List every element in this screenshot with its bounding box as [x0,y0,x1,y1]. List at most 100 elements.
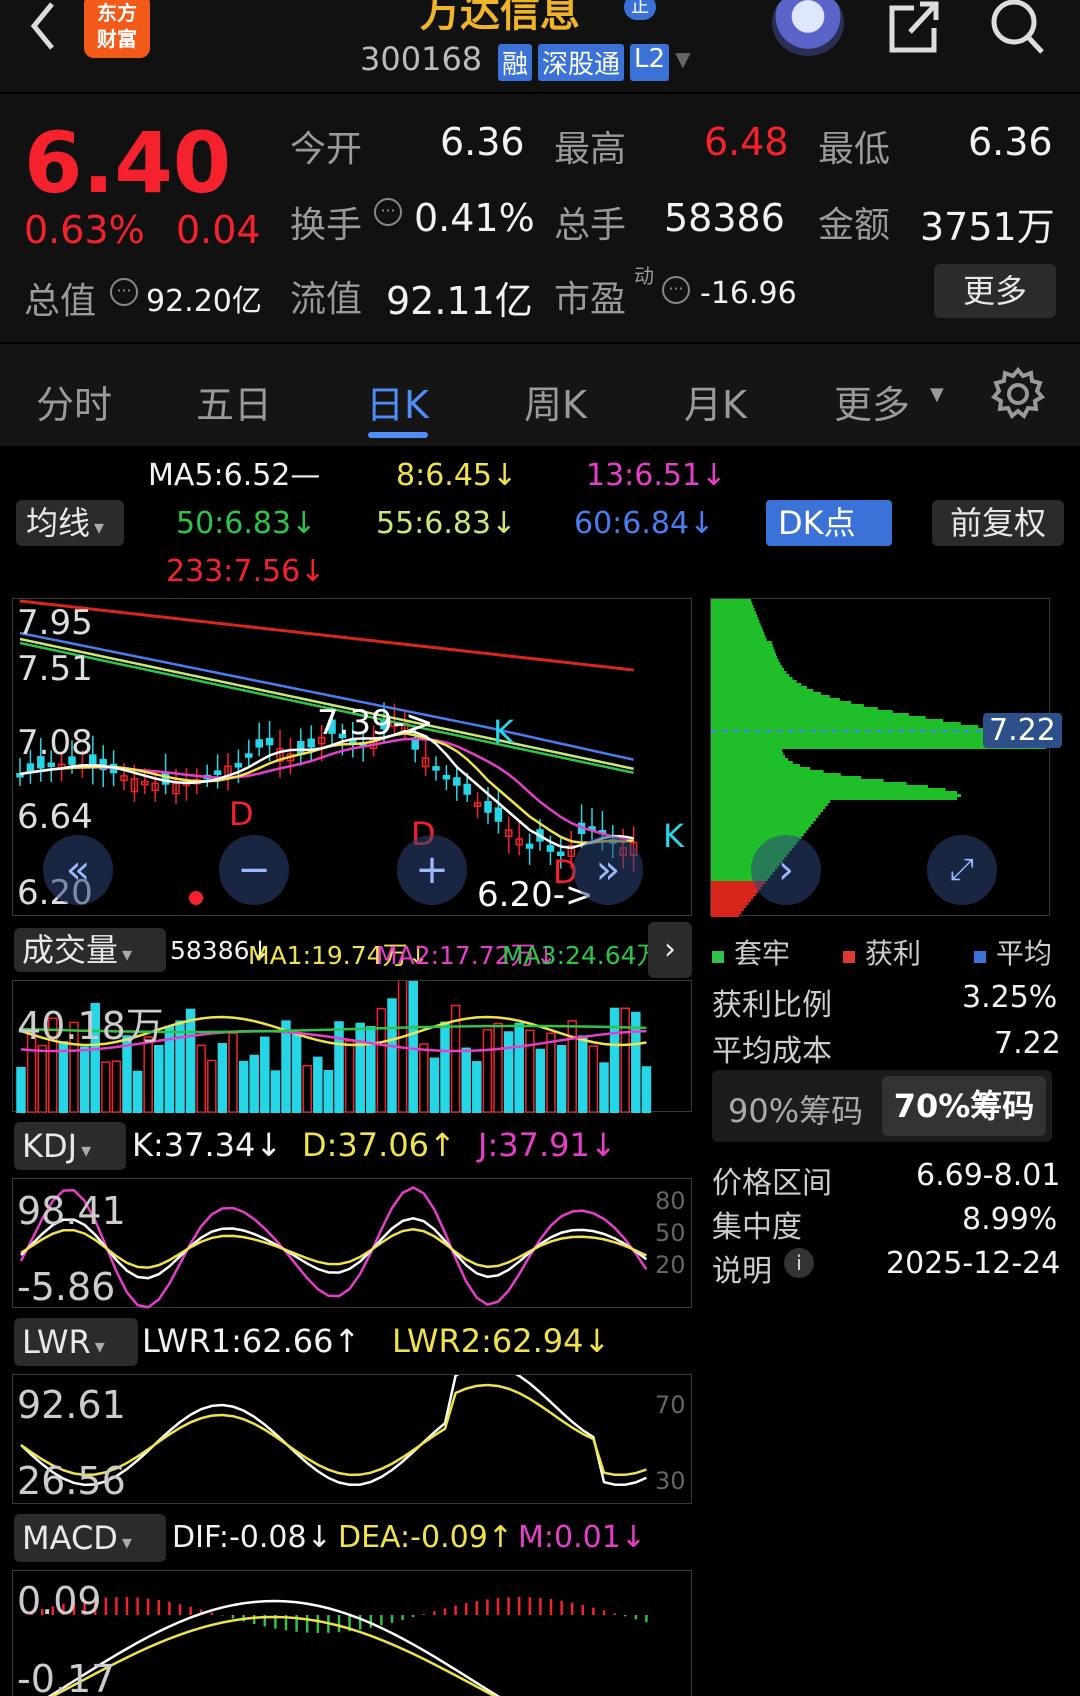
chip-bar [711,779,884,782]
chip-history-button[interactable]: › [751,835,821,905]
volume-bar [366,1026,376,1113]
volume-bar [313,1056,323,1113]
chip-bar [711,698,840,701]
robot-assistant-icon[interactable] [772,0,844,56]
chip-bar [711,617,759,620]
volume-bar [154,1045,164,1113]
chevron-down-icon[interactable]: ▼ [675,44,690,81]
dk-point-button[interactable]: DK点 [766,500,892,546]
candle-body [265,737,274,746]
more-quote-button[interactable]: 更多 [934,264,1056,318]
chip-bar [711,653,777,656]
ma8-legend: 8:6.45↓ [396,458,518,493]
mktcap-value: 92.20亿 [146,284,262,319]
zoom-out-button[interactable]: − [219,835,289,905]
chip-bar [711,758,789,761]
scroll-right-button[interactable]: » [573,835,643,905]
macd-indicator-select[interactable]: MACD [14,1514,166,1562]
forward-adjust-button[interactable]: 前复权 [932,500,1064,546]
scroll-left-button[interactable]: « [43,835,113,905]
lwr-chart[interactable]: 92.61 26.56 70 30 [12,1374,692,1504]
ma-select[interactable]: 均线 [16,500,124,546]
candle-body [213,770,222,775]
tag-l2[interactable]: L2 [630,44,670,81]
volume-bar [588,1045,599,1113]
search-icon[interactable] [988,0,1048,56]
volume-bar [408,981,418,1113]
pe-info-icon[interactable]: ··· [662,276,690,304]
volume-chart[interactable]: 40.18万 [12,980,692,1113]
macd-chart[interactable]: 0.09 -0.17 [12,1570,692,1696]
candle-body [484,801,492,813]
pe-superscript: 动 [634,264,654,288]
kdj-y-bottom: -5.86 [17,1265,116,1309]
concentration-value: 8.99% [962,1202,1058,1237]
volume-indicator-select[interactable]: 成交量 [14,928,166,972]
price-range-label: 价格区间 [712,1166,832,1201]
chip-bar [711,761,793,764]
avg-cost-label: 平均成本 [712,1034,832,1069]
chip-expand-button[interactable]: ⤢ [927,835,997,905]
quote-panel: 6.40 0.63% 0.04 总值 ··· 92.20亿 今开 6.36 最高… [0,94,1080,342]
chip-bar [711,725,979,728]
macd-dif-value: DIF:-0.08↓ [172,1520,332,1555]
tab-monthly-k[interactable]: 月K [684,374,747,429]
chip-bar [711,638,767,641]
chip-bar [711,749,783,752]
chip-bar [711,764,800,767]
tab-chip-90[interactable]: 90%筹码 [728,1086,863,1132]
change-percent: 0.63% [24,208,145,252]
zheng-badge: 正 [624,0,656,20]
volume-bar [228,1032,238,1113]
chip-bar [711,707,878,710]
last-price: 6.40 [24,114,232,212]
kdj-indicator-select[interactable]: KDJ [14,1122,126,1170]
chip-bar [711,800,831,803]
turnover-value: 0.41% [414,196,535,240]
turnover-info-icon[interactable]: ··· [374,198,402,226]
legend-average: 平均 [973,932,1052,972]
tab-five-day[interactable]: 五日 [196,374,272,429]
chip-bar [711,674,790,677]
tab-daily-k[interactable]: 日K [366,374,429,429]
zoom-in-button[interactable]: + [397,835,467,905]
ma233-legend: 233:7.56↓ [166,554,326,589]
tab-more[interactable]: 更多 [834,374,910,429]
chip-bar [711,770,824,773]
back-icon[interactable] [22,0,66,56]
lwr2-value: LWR2:62.94↓ [392,1322,611,1360]
kdj-d-line [20,1228,647,1269]
kline-y-label-4: 6.64 [17,797,93,837]
volume-bar [79,1046,90,1113]
share-icon[interactable] [884,0,944,56]
amount-value: 3751万 [920,205,1055,249]
volume-bar [344,1040,355,1113]
tab-chip-70[interactable]: 70%筹码 [882,1076,1046,1136]
tab-intraday[interactable]: 分时 [36,374,112,429]
macd-y-top: 0.09 [17,1579,102,1623]
settings-icon[interactable] [990,366,1046,422]
chip-bar [711,755,786,758]
info-icon[interactable]: ··· [110,278,138,306]
lwr-indicator-select[interactable]: LWR [14,1318,138,1366]
kdj-chart[interactable]: 98.41 -5.86 80 50 20 [12,1178,692,1309]
note-info-icon[interactable]: i [784,1248,814,1278]
chip-bar [711,797,957,800]
chip-bar [711,899,751,902]
chip-bar [711,827,809,830]
macd-m-value: M:0.01↓ [518,1520,646,1555]
tab-weekly-k[interactable]: 周K [524,374,587,429]
candle-body [546,845,555,852]
lwr-y-bottom: 26.56 [17,1459,126,1503]
chip-distribution-chart[interactable]: 7.22 › ⤢ [710,598,1062,917]
candle-body [161,772,170,785]
chip-bar [711,902,749,905]
kline-chart[interactable]: 7.95 7.51 7.08 6.64 6.20 7.39-> 6.20-> K… [12,598,692,916]
volume-bar [281,1020,291,1113]
d-signal-1: D [229,795,254,833]
open-value: 6.36 [440,120,525,164]
volume-bar [302,1064,312,1113]
low-label: 最低 [818,129,891,170]
indicator-next-button[interactable]: › [648,922,692,978]
volume-bar [249,1054,259,1113]
